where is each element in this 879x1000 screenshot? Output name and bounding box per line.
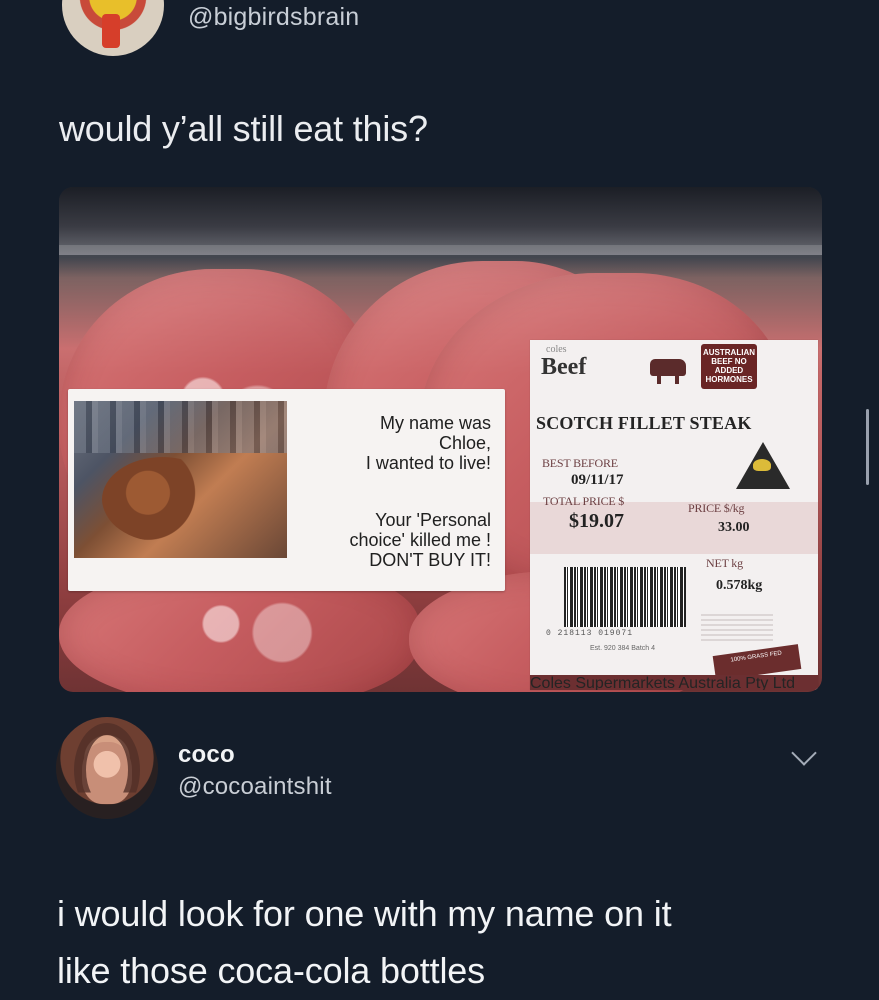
chevron-down-icon[interactable] bbox=[791, 740, 817, 766]
barcode-subtext: Est. 920 384 Batch 4 bbox=[590, 645, 655, 652]
cow-icon bbox=[650, 359, 686, 384]
fine-print-lines bbox=[701, 614, 773, 644]
barcode-digits: 0 218113 019071 bbox=[546, 629, 634, 638]
sticker-message-bottom: Your 'Personal choice' killed me ! DON'T… bbox=[301, 510, 492, 570]
sticker-line-4: Your 'Personal bbox=[375, 510, 491, 530]
sticker-line-5: choice' killed me ! bbox=[349, 530, 492, 550]
net-kg-value: 0.578kg bbox=[716, 578, 763, 593]
reply-text: i would look for one with my name on it … bbox=[57, 885, 847, 999]
reply-avatar[interactable] bbox=[56, 717, 158, 819]
scrollbar[interactable] bbox=[866, 409, 869, 485]
sticker-line-1: My name was bbox=[379, 413, 491, 433]
reply-line-1: i would look for one with my name on it bbox=[57, 893, 672, 934]
reply-name[interactable]: coco bbox=[178, 741, 235, 769]
sticker-message-top: My name was Chloe, I wanted to live! bbox=[301, 413, 491, 473]
post-handle[interactable]: @bigbirdsbrain bbox=[188, 3, 359, 32]
calf-photo bbox=[74, 401, 287, 558]
heart-foundation-icon bbox=[736, 442, 790, 489]
sticker-line-2: Chloe, bbox=[438, 433, 491, 453]
label-footer: Coles Supermarkets Australia Pty Ltd bbox=[530, 675, 818, 690]
australian-beef-badge: AUSTRALIAN BEEF NO ADDED HORMONES bbox=[701, 344, 757, 389]
price-per-kg-value: 33.00 bbox=[718, 520, 750, 535]
profile-avatar[interactable] bbox=[62, 0, 164, 56]
price-per-kg-label: PRICE $/kg bbox=[688, 501, 745, 515]
reply-line-2: like those coca-cola bottles bbox=[57, 950, 486, 991]
reply-handle[interactable]: @cocoaintshit bbox=[178, 773, 332, 801]
best-before-label: BEST BEFORE bbox=[542, 456, 618, 470]
total-price-label: TOTAL PRICE $ bbox=[543, 494, 625, 508]
protest-sticker: My name was Chloe, I wanted to live! You… bbox=[68, 389, 505, 591]
product-title: SCOTCH FILLET STEAK bbox=[536, 413, 752, 433]
post-image[interactable]: My name was Chloe, I wanted to live! You… bbox=[59, 187, 822, 692]
sticker-line-3: I wanted to live! bbox=[365, 453, 491, 473]
barcode-icon bbox=[564, 567, 686, 627]
meat-label: coles Beef AUSTRALIAN BEEF NO ADDED HORM… bbox=[530, 340, 818, 690]
net-kg-label: NET kg bbox=[706, 556, 743, 570]
product-type: Beef bbox=[541, 354, 587, 380]
total-price-value: $19.07 bbox=[569, 510, 624, 532]
sticker-line-6: DON'T BUY IT! bbox=[369, 550, 491, 570]
best-before-value: 09/11/17 bbox=[571, 472, 624, 488]
post-text: would y’all still eat this? bbox=[59, 108, 428, 149]
